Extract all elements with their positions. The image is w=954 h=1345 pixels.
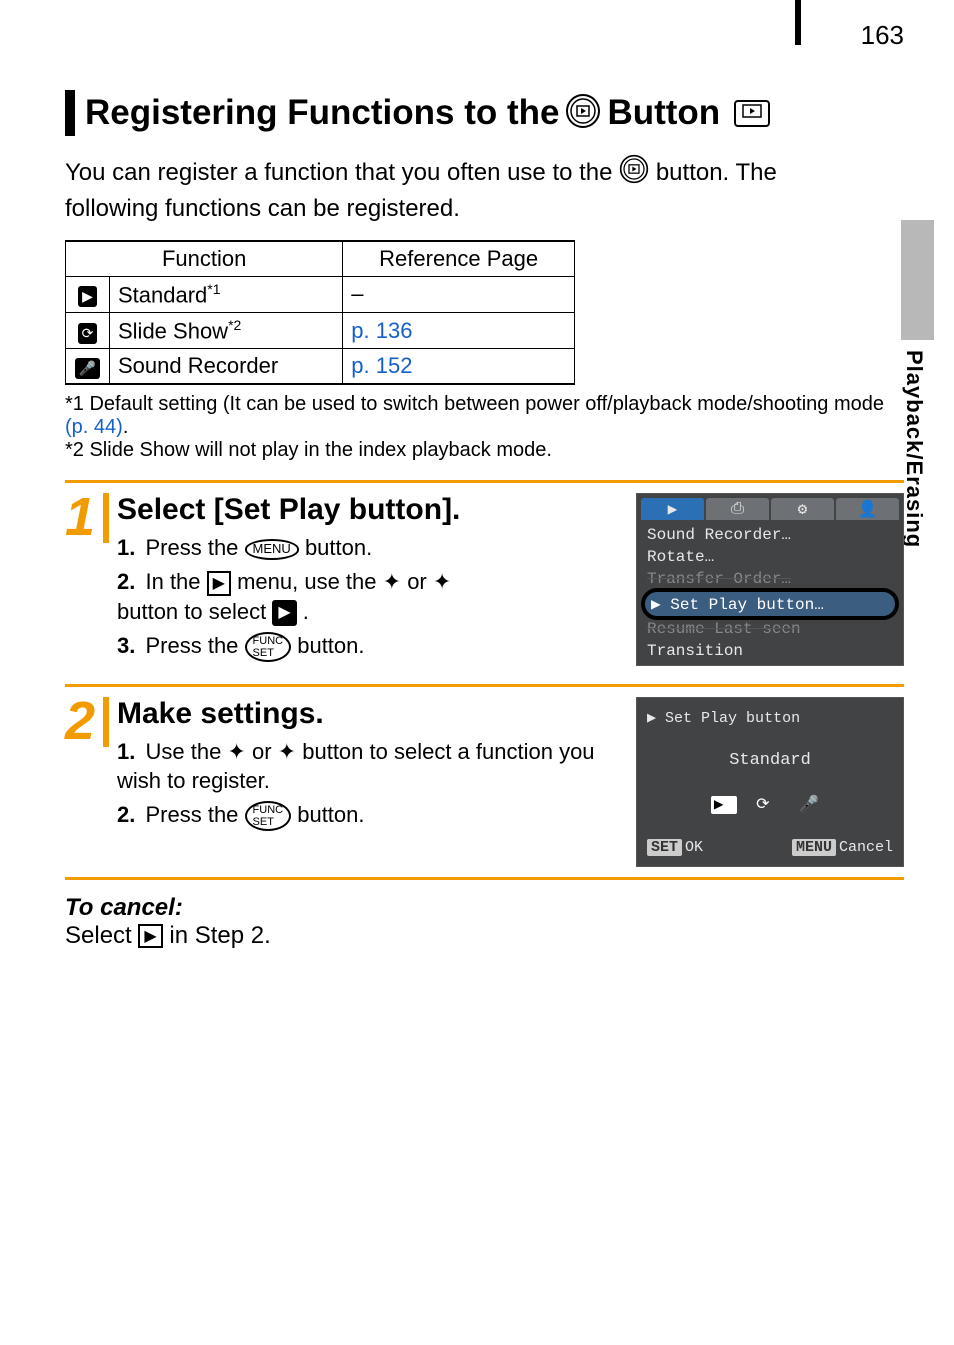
- steps-divider: [65, 877, 904, 880]
- menu-button-icon: MENU: [245, 539, 299, 559]
- intro-paragraph: You can register a function that you oft…: [65, 154, 904, 226]
- play-button-icon: [565, 93, 601, 134]
- cell-sup: *2: [228, 317, 241, 333]
- func-set-button-icon: FUNCSET: [245, 801, 292, 831]
- cell-ref: –: [343, 276, 575, 312]
- right-arrow-icon: ✦: [278, 739, 296, 764]
- step-item: 3. Press the FUNCSET button.: [117, 631, 626, 662]
- step-item: 2. Press the FUNCSET button.: [117, 800, 626, 831]
- section-tab: Playback/Erasing: [901, 220, 934, 700]
- step-2: 2 Make settings. 1. Use the ✦ or ✦ butto…: [65, 684, 904, 867]
- left-arrow-icon: ✦: [227, 739, 245, 764]
- cell-ref-link[interactable]: p. 136: [343, 313, 575, 349]
- standard-icon: ▶: [138, 924, 162, 948]
- intro-line1b: button. The: [656, 159, 777, 186]
- shot-title: ▶ Set Play button: [647, 708, 893, 727]
- func-set-button-icon: FUNCSET: [245, 632, 292, 662]
- step-item: 1. Use the ✦ or ✦ button to select a fun…: [117, 737, 626, 796]
- title-text-prefix: Registering Functions to the: [85, 93, 559, 133]
- screenshot-menu: ▶ ⎙ ⚙ 👤 Sound Recorder… Rotate… Transfer…: [636, 493, 904, 665]
- step-title: Select [Set Play button].: [117, 493, 626, 527]
- step-title: Make settings.: [117, 697, 626, 731]
- shot-tab-play-icon: ▶: [641, 498, 704, 520]
- set-play-icon: ▶: [272, 600, 296, 626]
- page-number: 163: [861, 20, 904, 51]
- footnote-1: *1 Default setting (It can be used to sw…: [65, 393, 904, 439]
- cell-ref-link[interactable]: p. 152: [343, 349, 575, 385]
- cancel-text: Select ▶ in Step 2.: [65, 922, 904, 950]
- down-arrow-icon: ✦: [433, 569, 451, 594]
- cancel-heading: To cancel:: [65, 894, 904, 922]
- step-1: 1 Select [Set Play button]. 1. Press the…: [65, 480, 904, 665]
- shot-row: Sound Recorder…: [637, 524, 903, 546]
- screenshot-set-play: ▶ Set Play button Standard ▶ ⟳ 🎤 SETOK M…: [636, 697, 904, 867]
- section-tab-marker: [901, 220, 934, 340]
- shot-cancel: MENUCancel: [792, 839, 893, 856]
- page-ref-link[interactable]: (p. 44): [65, 416, 123, 438]
- sound-recorder-icon: 🎤: [75, 358, 100, 379]
- shot-ok: SETOK: [647, 839, 703, 856]
- functions-table: Function Reference Page ▶ Standard*1 – ⟳…: [65, 240, 575, 386]
- page-title: Registering Functions to the Button: [65, 90, 904, 136]
- footnote-2: *2 Slide Show will not play in the index…: [65, 439, 904, 462]
- title-accent-bar: [65, 90, 75, 136]
- crop-mark: [795, 0, 801, 45]
- shot-row: Rotate…: [637, 546, 903, 568]
- th-function: Function: [66, 241, 343, 277]
- step-number: 1: [65, 493, 111, 665]
- footnotes: *1 Default setting (It can be used to sw…: [65, 393, 904, 462]
- shot-row: Transfer Order…: [637, 568, 903, 590]
- cell-label: Sound Recorder: [118, 353, 278, 378]
- shot-tab-icon: ⚙: [771, 498, 834, 520]
- standard-icon: ▶: [78, 286, 97, 307]
- table-row: ▶ Standard*1 –: [66, 276, 575, 312]
- playback-menu-icon: ▶: [207, 571, 231, 597]
- step-item: 2. In the ▶ menu, use the ✦ or ✦ button …: [117, 567, 626, 626]
- shot-row: Transition: [637, 640, 903, 662]
- shot-tab-icon: ⎙: [706, 498, 769, 520]
- intro-line2: following functions can be registered.: [65, 195, 460, 222]
- cell-sup: *1: [207, 281, 220, 297]
- table-row: ⟳ Slide Show*2 p. 136: [66, 313, 575, 349]
- step-number: 2: [65, 697, 111, 867]
- intro-line1a: You can register a function that you oft…: [65, 159, 619, 186]
- step-item: 1. Press the MENU button.: [117, 533, 626, 563]
- shot-row-highlighted: ▶ Set Play button…: [641, 588, 899, 620]
- shot-row: Resume Last seen: [637, 618, 903, 640]
- shot-value: Standard: [647, 751, 893, 770]
- slideshow-icon: ⟳: [78, 323, 98, 344]
- th-reference: Reference Page: [343, 241, 575, 277]
- cancel-section: To cancel: Select ▶ in Step 2.: [65, 894, 904, 950]
- shot-tab-icon: 👤: [836, 498, 899, 520]
- table-row: 🎤 Sound Recorder p. 152: [66, 349, 575, 385]
- section-tab-label: Playback/Erasing: [901, 350, 927, 548]
- title-text-suffix: Button: [607, 93, 720, 133]
- up-arrow-icon: ✦: [383, 569, 401, 594]
- play-button-icon: [619, 154, 649, 193]
- shot-option-icons: ▶ ⟳ 🎤: [647, 794, 893, 814]
- cell-label: Standard: [118, 282, 207, 307]
- cell-label: Slide Show: [118, 318, 228, 343]
- playback-mode-icon: [734, 100, 770, 127]
